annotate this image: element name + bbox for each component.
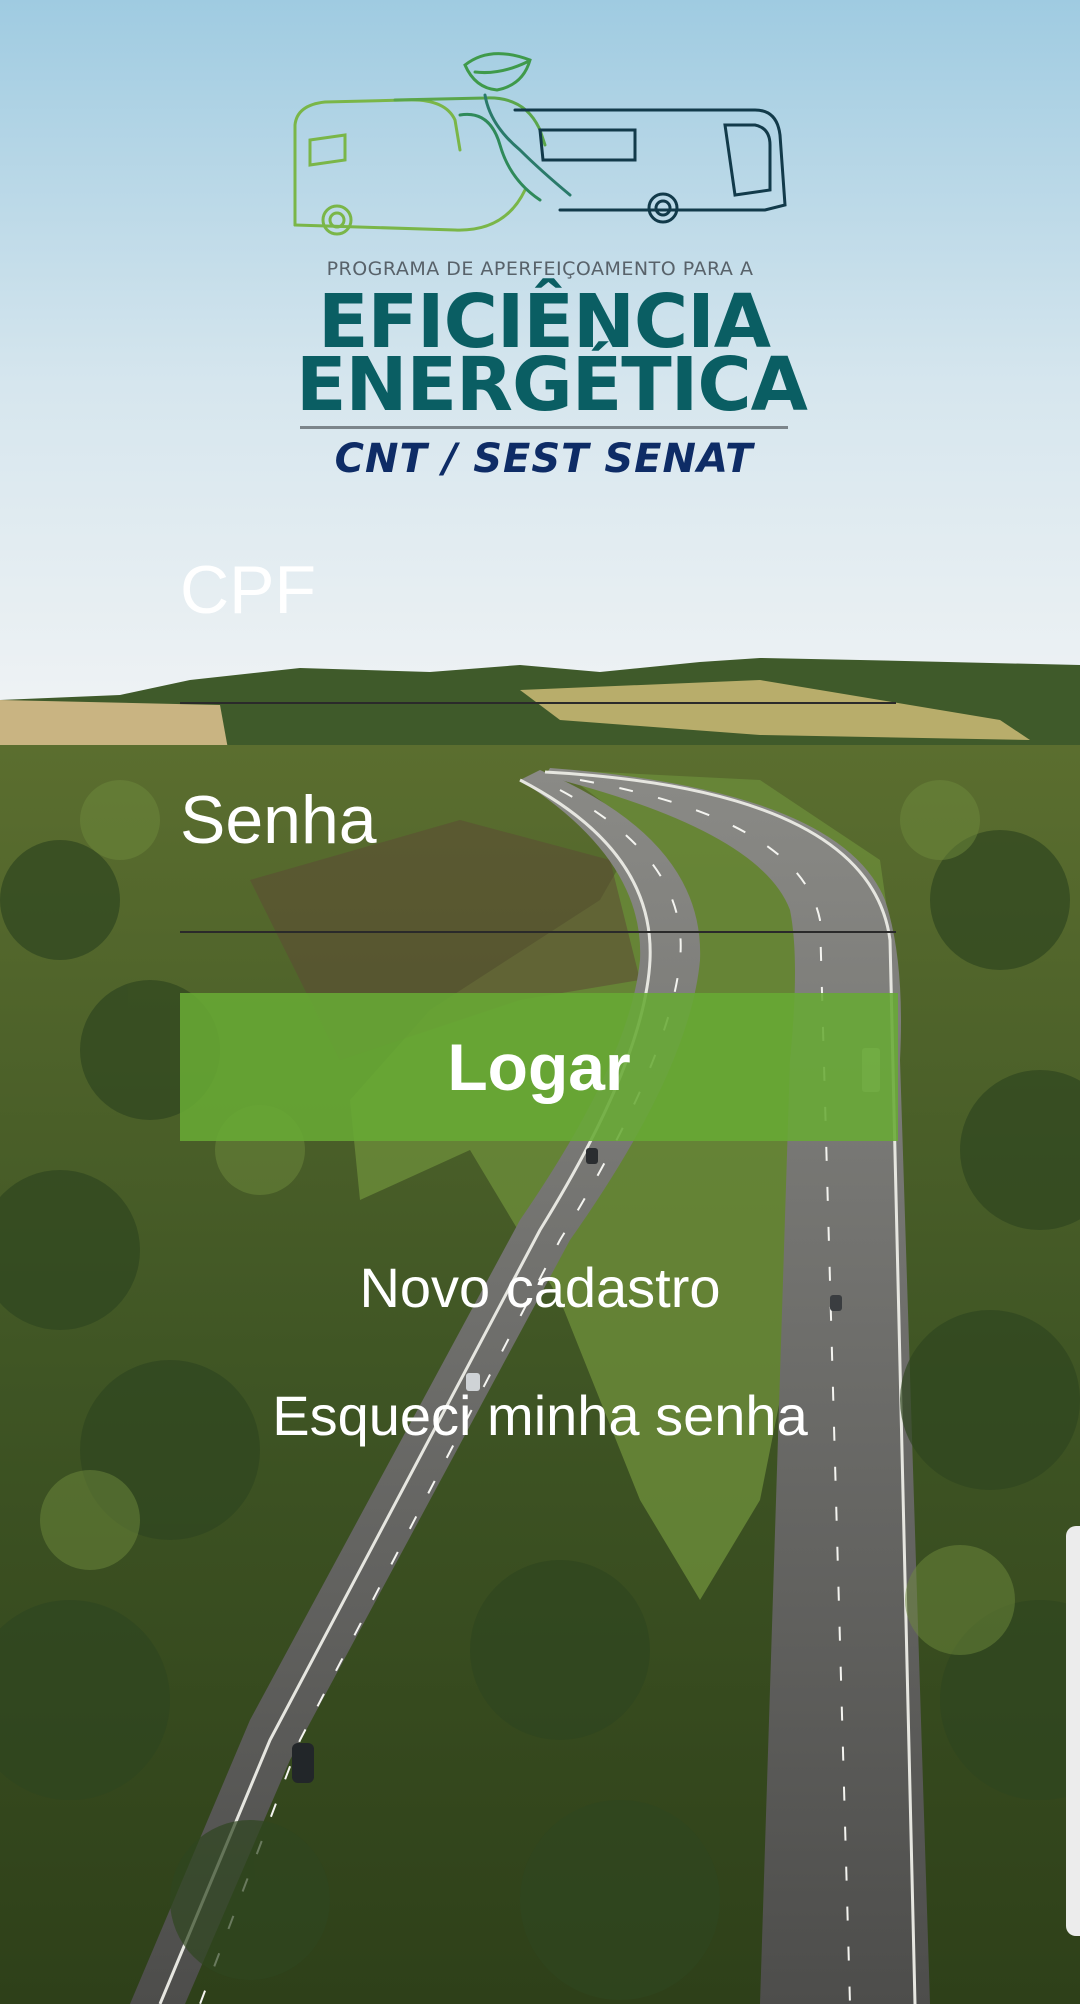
cpf-input[interactable] <box>180 620 900 702</box>
forgot-password-link[interactable]: Esqueci minha senha <box>0 1388 1080 1444</box>
logo-divider <box>300 426 788 429</box>
register-link[interactable]: Novo cadastro <box>0 1260 1080 1316</box>
cpf-field-label: CPF <box>180 552 316 628</box>
logo-organization: CNT / SEST SENAT <box>334 436 754 482</box>
password-input[interactable] <box>180 850 900 932</box>
password-field-underline <box>180 931 896 933</box>
logo-subtitle: PROGRAMA DE APERFEIÇOAMENTO PARA A <box>326 258 754 280</box>
login-button[interactable]: Logar <box>180 993 898 1141</box>
edge-panel-handle[interactable] <box>1066 1526 1080 1936</box>
cpf-field-underline <box>180 702 896 704</box>
logo-title-line2: ENERGÉTICA <box>296 342 808 428</box>
password-field-label: Senha <box>180 782 377 858</box>
